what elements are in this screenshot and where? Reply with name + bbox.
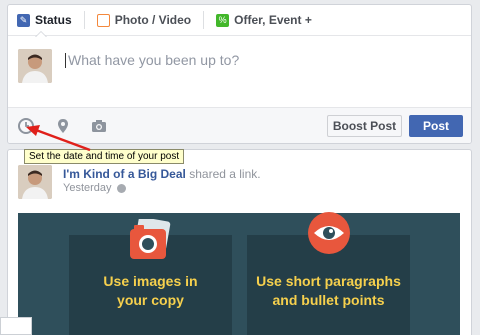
story-header: I'm Kind of a Big Deal shared a link. (63, 167, 261, 181)
offer-icon: % (216, 13, 230, 27)
tip-card-title-line: Use images in (103, 273, 198, 289)
feed-story: I'm Kind of a Big Deal shared a link. Ye… (7, 149, 472, 335)
link-preview-image[interactable]: Use images in your copy Use short paragr… (18, 212, 460, 335)
actor-link[interactable]: I'm Kind of a Big Deal (63, 167, 186, 181)
post-button[interactable]: Post (409, 115, 463, 137)
tab-divider (83, 11, 85, 29)
red-arrow-annotation (26, 125, 91, 152)
story-meta: Yesterday (63, 182, 126, 194)
tip-card-title-line: and bullet points (272, 292, 385, 308)
tab-status[interactable]: ✎ Status (17, 5, 72, 37)
tab-photo-video-label: Photo / Video (114, 13, 192, 27)
avatar[interactable] (18, 49, 52, 83)
corner-panel (0, 317, 32, 335)
boost-post-button[interactable]: Boost Post (327, 115, 402, 137)
tip-card-title: Use short paragraphs and bullet points (247, 272, 410, 310)
tip-card-title-line: Use short paragraphs (256, 273, 401, 289)
timestamp[interactable]: Yesterday (63, 182, 112, 194)
status-input[interactable]: What have you been up to? (68, 52, 239, 68)
globe-icon (116, 183, 126, 193)
scrollbar[interactable] (472, 0, 480, 335)
tab-photo-video[interactable]: Photo / Video (96, 5, 192, 36)
text-caret (65, 53, 66, 68)
tab-offer-event[interactable]: % Offer, Event + (216, 5, 312, 36)
composer-tabs: ✎ Status Photo / Video % Offer, Event + (8, 5, 471, 37)
photo-icon (96, 13, 110, 27)
tab-status-label: Status (35, 13, 72, 27)
tab-offer-event-label: Offer, Event + (234, 13, 312, 27)
post-composer: ✎ Status Photo / Video % Offer, Event + … (7, 4, 472, 144)
camera-badge-icon (130, 219, 171, 259)
avatar[interactable] (18, 165, 52, 199)
tab-divider (203, 11, 205, 29)
story-verb: shared a link. (189, 167, 261, 181)
tip-card-title-line: your copy (117, 292, 184, 308)
eye-badge-icon (308, 212, 350, 254)
pencil-icon: ✎ (17, 13, 30, 27)
composer-body: What have you been up to? (8, 36, 471, 107)
tip-card-title: Use images in your copy (69, 272, 232, 310)
